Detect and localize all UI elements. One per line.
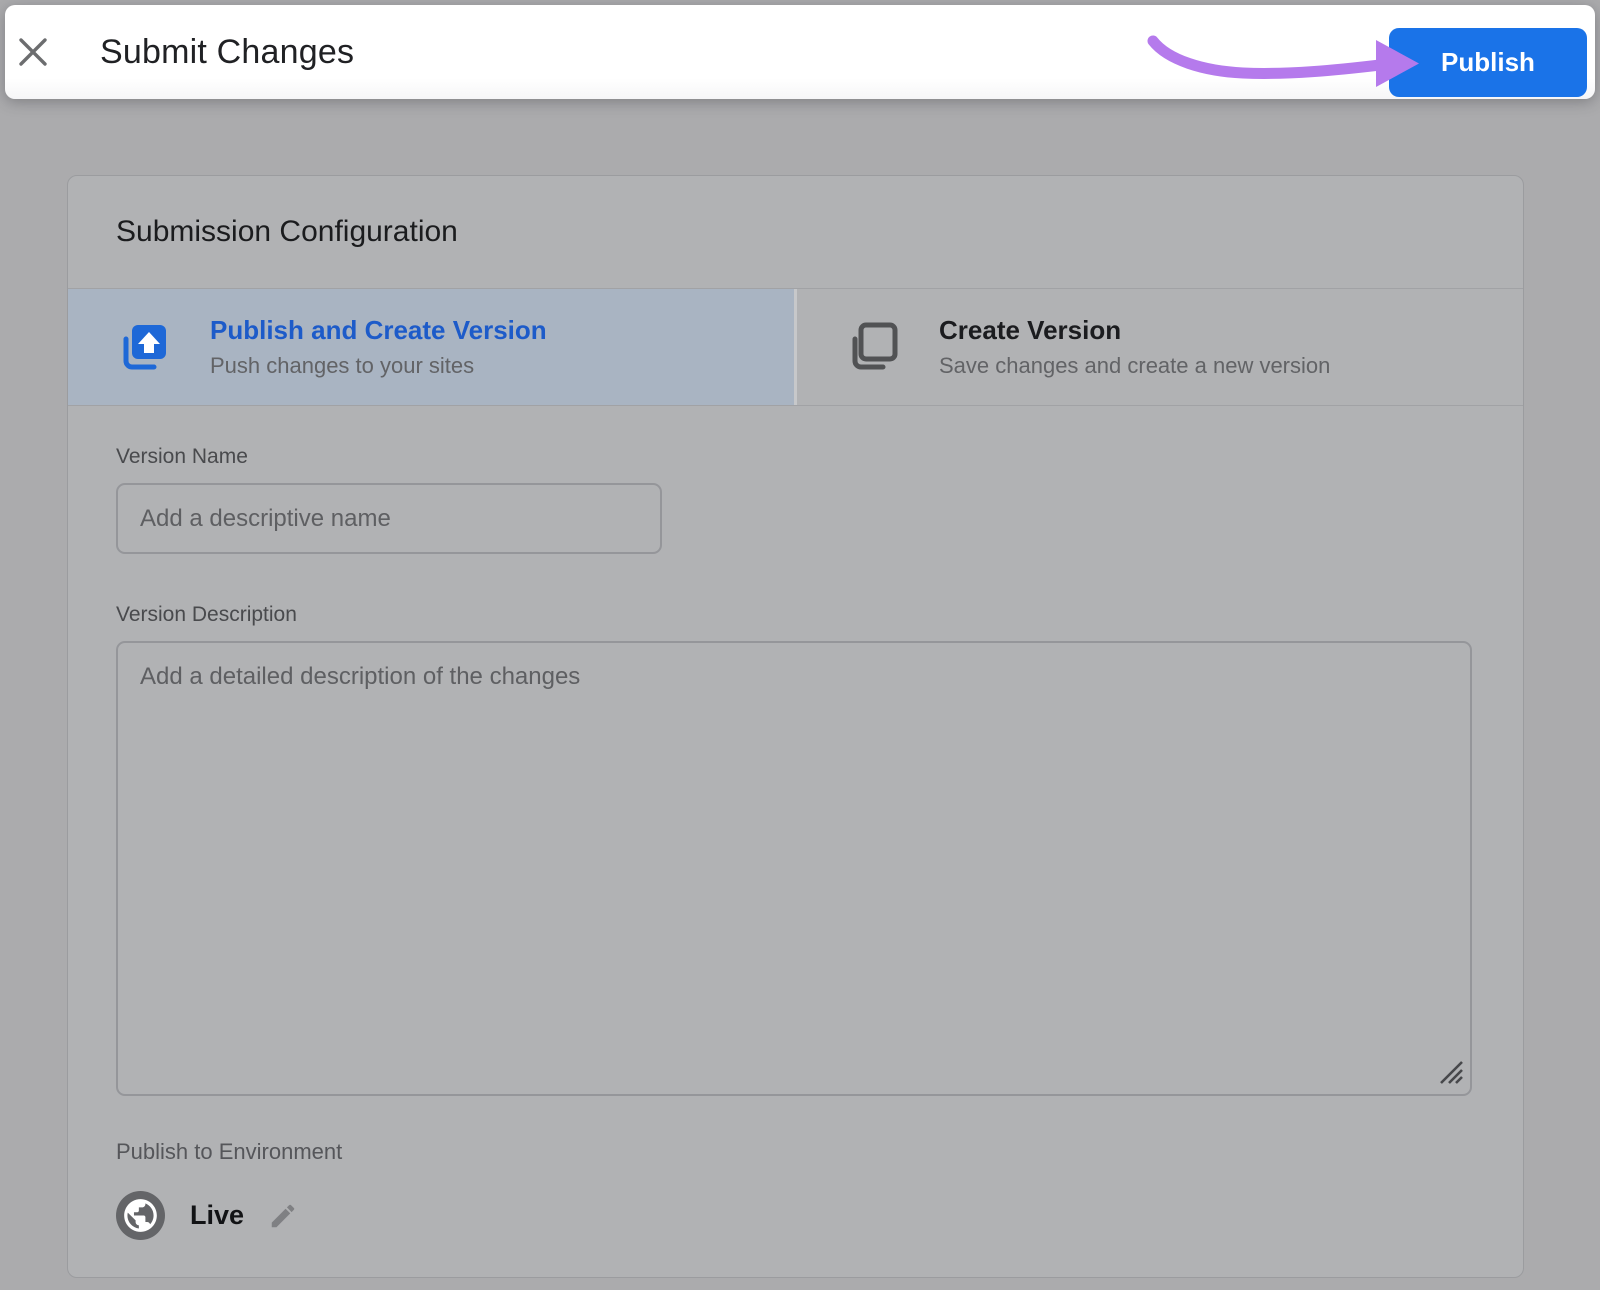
environment-globe-icon (116, 1191, 165, 1240)
resize-handle-icon[interactable] (1437, 1058, 1464, 1085)
version-description-label: Version Description (116, 603, 1472, 627)
publish-button[interactable]: Publish (1389, 28, 1587, 97)
tab-create-version[interactable]: Create Version Save changes and create a… (794, 289, 1523, 405)
tab-subtitle: Push changes to your sites (210, 353, 547, 379)
tab-subtitle: Save changes and create a new version (939, 353, 1330, 379)
card-title: Submission Configuration (68, 176, 1523, 288)
tab-publish-and-create-version[interactable]: Publish and Create Version Push changes … (68, 289, 794, 405)
publish-version-icon (116, 319, 172, 375)
submission-card: Submission Configuration Publish and Cre… (67, 175, 1524, 1278)
page-title: Submit Changes (100, 33, 354, 72)
page: Submit Changes Publish Submission Config… (0, 0, 1600, 1290)
edit-environment-button[interactable] (266, 1199, 300, 1233)
version-description-textarea[interactable] (116, 641, 1472, 1096)
publish-to-environment-label: Publish to Environment (116, 1139, 1472, 1165)
close-button[interactable] (10, 29, 56, 75)
close-icon (14, 33, 52, 71)
create-version-icon (845, 319, 901, 375)
submission-form: Version Name Version Description Publish… (68, 445, 1523, 1240)
tab-title: Create Version (939, 315, 1330, 346)
version-name-input[interactable] (116, 483, 662, 554)
version-name-label: Version Name (116, 445, 1472, 469)
dialog-header: Submit Changes Publish (5, 5, 1595, 99)
edit-icon (268, 1201, 298, 1231)
environment-row: Live (116, 1191, 1472, 1240)
submission-tabs: Publish and Create Version Push changes … (68, 288, 1523, 406)
environment-name: Live (190, 1200, 244, 1231)
tab-title: Publish and Create Version (210, 315, 547, 346)
